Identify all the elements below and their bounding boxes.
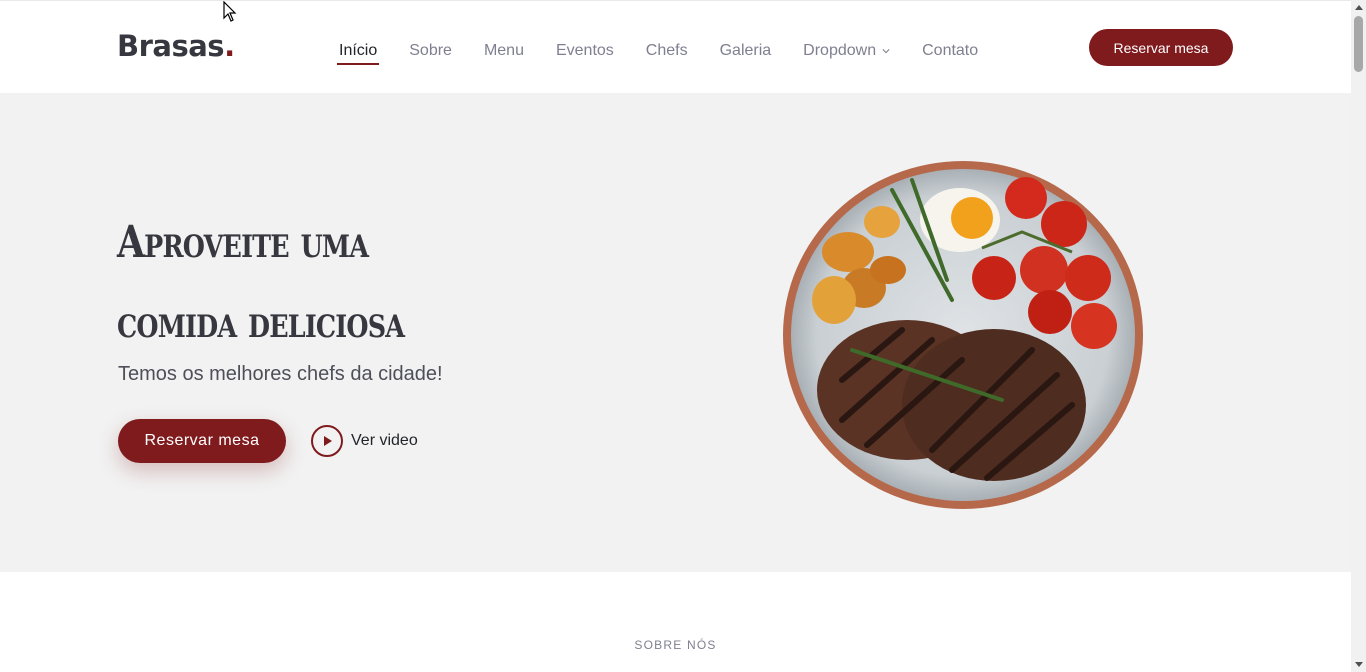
nav-item-menu[interactable]: Menu — [484, 37, 524, 65]
steak-plate-image — [783, 161, 1143, 509]
scrollbar-thumb[interactable] — [1354, 16, 1363, 72]
scroll-up-arrow-icon[interactable] — [1351, 0, 1366, 14]
nav-item-sobre[interactable]: Sobre — [409, 37, 452, 65]
nav-item-chefs[interactable]: Chefs — [646, 37, 688, 65]
hero-title: Aproveite uma comida deliciosa — [117, 203, 461, 363]
hero-title-line-2: comida deliciosa — [117, 297, 405, 348]
nav-item-dropdown-label: Dropdown — [803, 42, 877, 59]
site-header: Brasas. Início Sobre Menu Eventos Chefs … — [0, 0, 1351, 93]
nav-item-dropdown[interactable]: Dropdown — [803, 37, 890, 65]
mouse-cursor-icon — [223, 1, 237, 22]
logo-dot: . — [224, 29, 235, 63]
brand-logo[interactable]: Brasas. — [117, 29, 235, 63]
scroll-down-arrow-icon[interactable] — [1351, 658, 1366, 672]
page-scrollbar[interactable] — [1351, 0, 1366, 672]
hero-section: Aproveite uma comida deliciosa Temos os … — [0, 93, 1351, 572]
about-section-tag: SOBRE NÓS — [634, 638, 717, 652]
main-nav: Início Sobre Menu Eventos Chefs Galeria … — [336, 37, 1010, 65]
reserve-table-hero-button[interactable]: Reservar mesa — [118, 419, 286, 463]
reserve-table-header-button[interactable]: Reservar mesa — [1089, 29, 1233, 66]
logo-text: Brasas — [117, 29, 225, 63]
hero-title-line-1: Aproveite uma — [117, 217, 369, 268]
nav-item-galeria[interactable]: Galeria — [720, 37, 772, 65]
chevron-down-icon — [882, 49, 890, 54]
watch-video-label: Ver video — [351, 432, 418, 449]
watch-video-link[interactable]: Ver video — [311, 425, 418, 457]
nav-item-eventos[interactable]: Eventos — [556, 37, 614, 65]
nav-item-contato[interactable]: Contato — [922, 37, 978, 65]
nav-item-inicio[interactable]: Início — [336, 37, 380, 65]
play-icon — [311, 425, 343, 457]
hero-subtitle: Temos os melhores chefs da cidade! — [118, 363, 443, 385]
